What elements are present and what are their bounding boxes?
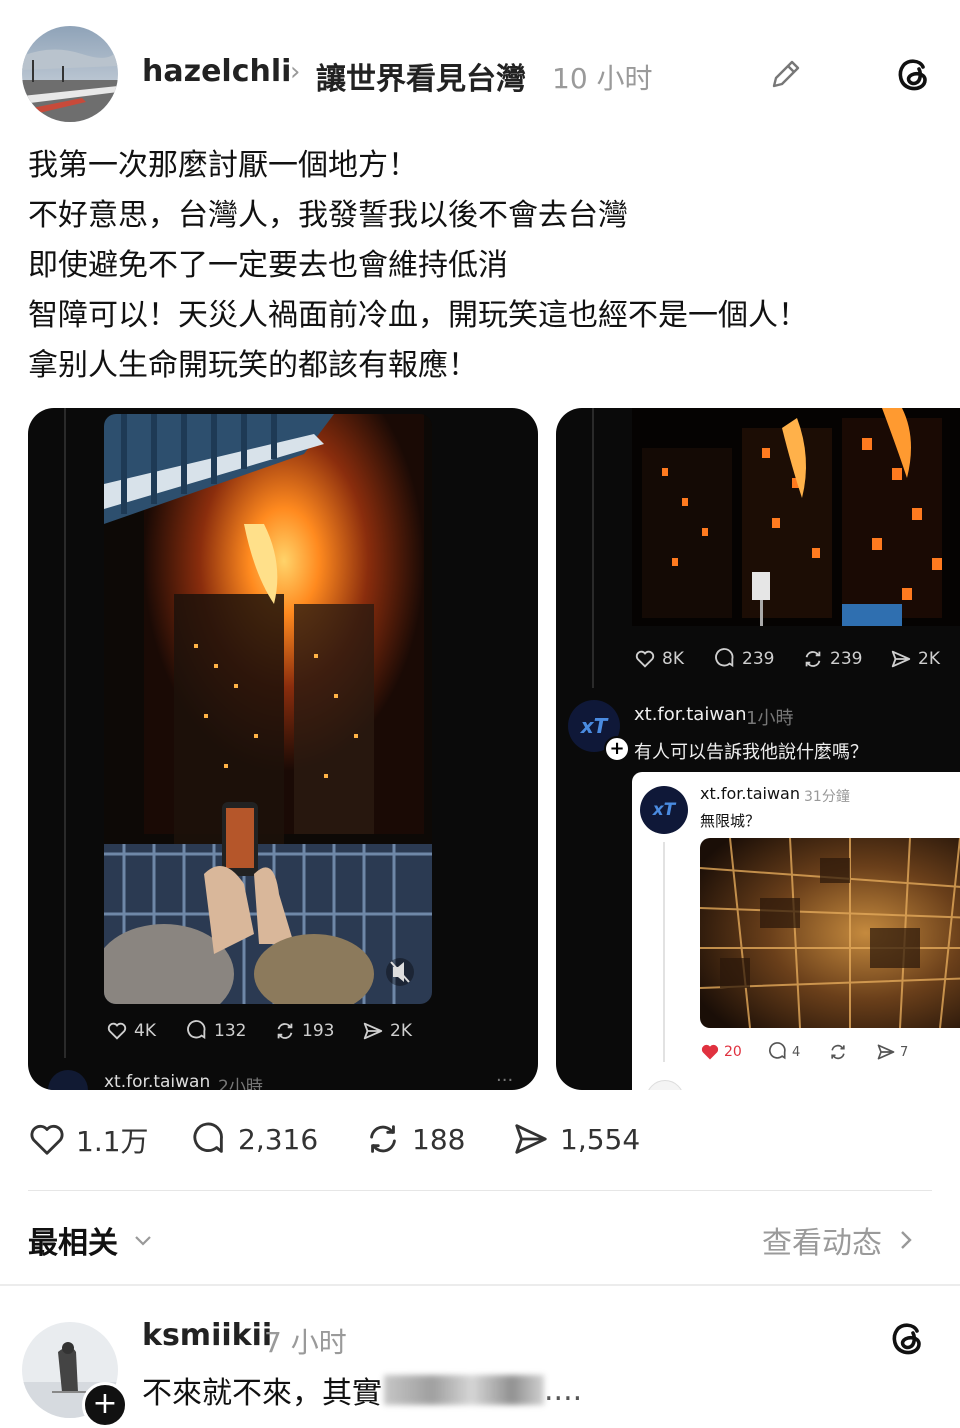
reply-text: 有人可以告訴我他說什麼嗎？ xyxy=(634,742,868,763)
view-activity-label: 查看动态 xyxy=(762,1226,882,1261)
comment-button[interactable]: 2,316 xyxy=(190,1120,318,1158)
image1-footer-user: xt.for.taiwan xyxy=(104,1072,211,1090)
repost-count: 188 xyxy=(412,1122,466,1156)
thread-line xyxy=(592,408,594,688)
reply-username: xt.for.taiwan xyxy=(634,704,747,725)
sort-label: 最相关 xyxy=(28,1226,118,1261)
post-text-line: 即使避免不了一定要去也會維持低消 xyxy=(28,248,508,283)
nested-text: 無限城？ xyxy=(700,812,761,830)
image1-footer-avatar xyxy=(48,1070,88,1090)
nested-repost-icon xyxy=(828,1042,848,1062)
post-image-2[interactable]: 8K 239 239 2K xT + xt.for.taiwan 1小時 有人可… xyxy=(556,408,960,1090)
post-time: 10 小时 xyxy=(552,62,653,95)
sort-dropdown[interactable]: 最相关 xyxy=(28,1218,154,1262)
image2-comments: 239 xyxy=(714,648,774,670)
image1-comments: 132 xyxy=(186,1020,246,1042)
image1-likes: 4K xyxy=(106,1020,156,1042)
comment-time: 7 小时 xyxy=(264,1326,347,1359)
image2-likes: 8K xyxy=(634,648,684,670)
comment-text: 不來就不來，其實 .... xyxy=(142,1368,582,1412)
view-activity-link[interactable]: 查看动态 xyxy=(762,1218,916,1262)
share-button[interactable]: 1,554 xyxy=(512,1120,640,1158)
chevron-right-icon: › xyxy=(290,57,301,87)
image1-reposts: 193 xyxy=(274,1020,334,1042)
image2-reposts: 239 xyxy=(802,648,862,670)
more-dots-icon[interactable]: ··· xyxy=(496,1070,513,1090)
post-text-line: 我第一次那麼討厭一個地方！ xyxy=(28,148,418,183)
comment-username[interactable]: ksmiikii xyxy=(142,1318,272,1353)
threads-logo-icon[interactable] xyxy=(894,54,934,94)
nested-comments: 4 xyxy=(768,1042,800,1062)
image1-shares: 2K xyxy=(362,1020,412,1042)
comment-text-blurred xyxy=(384,1375,544,1405)
post-text-line: 智障可以！天災人禍面前冷血，開玩笑這也經不是一個人！ xyxy=(28,298,808,333)
post-topic[interactable]: 讓世界看見台灣 xyxy=(316,54,526,98)
comment-text-visible: 不來就不來，其實 xyxy=(142,1376,382,1411)
fire-video[interactable] xyxy=(104,414,432,1004)
chevron-down-icon xyxy=(135,1236,151,1246)
image2-shares: 2K xyxy=(890,648,940,670)
like-button[interactable]: 1.1万 xyxy=(28,1120,149,1160)
nested-username: xt.for.taiwan xyxy=(700,784,800,803)
nested-next-avatar xyxy=(646,1080,684,1090)
share-count: 1,554 xyxy=(560,1122,641,1156)
nested-avatar: xT xyxy=(640,786,688,834)
avatar[interactable] xyxy=(22,26,118,122)
infinity-castle-image xyxy=(700,838,960,1028)
image1-footer-time: 2小時 xyxy=(218,1077,263,1090)
like-count: 1.1万 xyxy=(76,1125,149,1158)
nested-time: 31分鐘 xyxy=(804,789,850,805)
post-image-1[interactable]: 4K 132 193 2K xt.for.taiwan 2小時 ··· xyxy=(28,408,538,1090)
post-text-line: 拿别人生命開玩笑的都該有報應！ xyxy=(28,348,478,383)
post-username[interactable]: hazelchli xyxy=(142,54,291,89)
post-text-line: 不好意思，台灣人，我發誓我以後不會去台灣 xyxy=(28,198,628,233)
comment-count: 2,316 xyxy=(238,1122,319,1156)
nested-thread-line xyxy=(663,842,665,1062)
burning-building-image xyxy=(632,408,960,626)
chevron-right-icon xyxy=(901,1231,912,1249)
thread-line xyxy=(64,408,66,1058)
comment-ellipsis: .... xyxy=(544,1372,583,1408)
edit-pencil-icon[interactable] xyxy=(768,56,804,92)
follow-plus-icon[interactable]: + xyxy=(604,736,630,762)
reply-time: 1小時 xyxy=(746,708,794,729)
section-separator xyxy=(0,1284,960,1286)
comment-follow-plus-icon[interactable]: + xyxy=(82,1382,128,1428)
nested-screenshot: xT xt.for.taiwan 31分鐘 無限城？ 20 4 7 xyxy=(632,772,960,1090)
divider xyxy=(28,1190,932,1191)
repost-button[interactable]: 188 xyxy=(364,1120,465,1158)
nested-like: 20 xyxy=(700,1042,742,1062)
threads-logo-icon[interactable] xyxy=(888,1318,928,1358)
nested-shares: 7 xyxy=(876,1042,908,1062)
